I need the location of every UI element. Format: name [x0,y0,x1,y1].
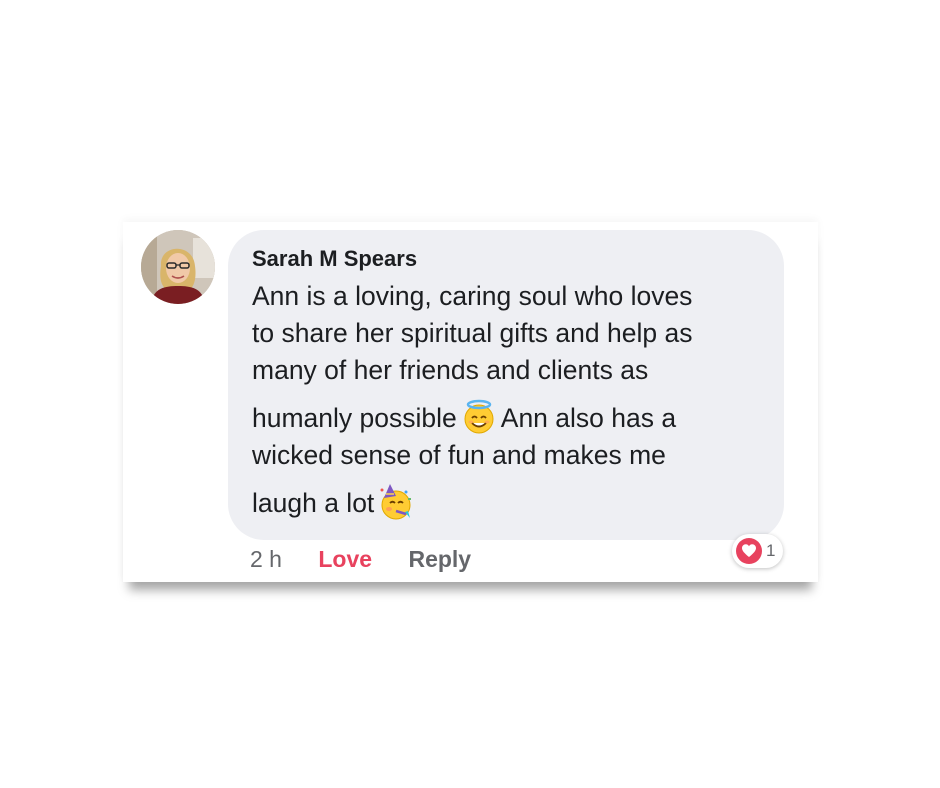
comment-bubble: Sarah M Spears Ann is a loving, caring s… [228,230,784,540]
love-button[interactable]: Love [318,546,372,573]
comment-text: Ann is a loving, caring soul who loves t… [252,278,772,522]
comment-text-segment: laugh a lot [252,488,375,518]
author-name[interactable]: Sarah M Spears [252,246,417,272]
avatar[interactable] [141,230,215,304]
comment-line: Ann is a loving, caring soul who loves [252,281,693,311]
avatar-photo [141,230,215,304]
heart-icon [736,538,762,564]
comment-text-segment: Ann also has a [500,403,677,433]
comment-line: many of her friends and clients as [252,355,649,385]
comment-line-with-emoji: humanly possible Ann also has a [252,399,772,437]
comment-actions: 2 h Love Reply [250,546,471,573]
timestamp[interactable]: 2 h [250,546,282,573]
reply-button[interactable]: Reply [408,546,471,573]
comment-line: wicked sense of fun and makes me [252,440,666,470]
halo-emoji-icon [461,399,497,435]
comment-card: Sarah M Spears Ann is a loving, caring s… [123,222,818,582]
reaction-count: 1 [766,541,776,560]
comment-line: to share her spiritual gifts and help as [252,318,693,348]
comment-line-with-emoji: laugh a lot [252,484,772,522]
reaction-summary[interactable]: 1 [732,534,784,568]
partying-face-emoji-icon [378,484,414,520]
comment-text-segment: humanly possible [252,403,457,433]
